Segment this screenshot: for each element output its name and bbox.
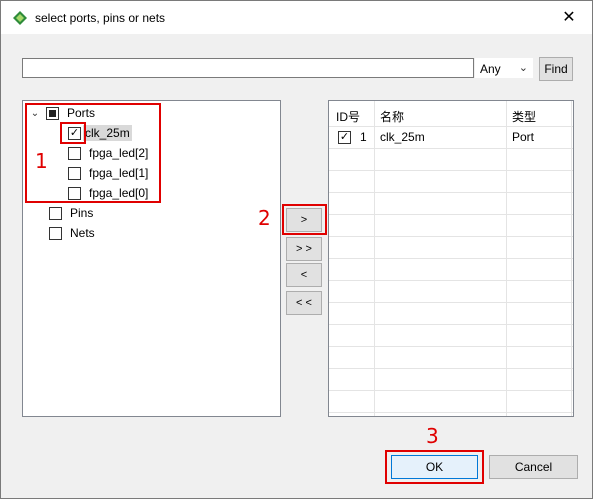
cancel-button[interactable]: Cancel bbox=[489, 455, 578, 479]
column-header-type[interactable]: 类型 bbox=[512, 108, 536, 125]
tree-node-label: Pins bbox=[70, 206, 94, 220]
chevron-down-icon: ⌄ bbox=[518, 62, 528, 74]
add-all-button[interactable]: > > bbox=[286, 237, 322, 261]
scope-select-value: Any bbox=[480, 62, 501, 76]
window-title: select ports, pins or nets bbox=[35, 11, 166, 25]
title-bar: select ports, pins or nets ✕ bbox=[1, 1, 592, 34]
table-row[interactable]: ✓ 1 clk_25m Port bbox=[329, 126, 573, 148]
row-id: 1 bbox=[360, 130, 367, 144]
pins-checkbox[interactable] bbox=[49, 206, 62, 220]
find-button[interactable]: Find bbox=[539, 57, 573, 81]
row-checkbox[interactable]: ✓ bbox=[338, 131, 351, 144]
remove-all-button[interactable]: < < bbox=[286, 291, 322, 315]
row-name: clk_25m bbox=[380, 130, 425, 144]
scope-select[interactable]: Any ⌄ bbox=[475, 58, 533, 78]
tree-node-pins[interactable]: Pins bbox=[49, 204, 95, 222]
annotation-box-checkbox bbox=[60, 122, 86, 144]
column-header-name[interactable]: 名称 bbox=[380, 108, 404, 125]
tree-node-nets[interactable]: Nets bbox=[49, 224, 97, 242]
tree-node-label: Nets bbox=[70, 226, 95, 240]
column-header-id[interactable]: ID号 bbox=[336, 108, 360, 125]
close-button[interactable]: ✕ bbox=[546, 1, 592, 33]
annotation-box-ok bbox=[385, 450, 484, 484]
search-input[interactable] bbox=[22, 58, 474, 78]
annotation-box-add bbox=[282, 204, 327, 235]
app-logo-icon bbox=[13, 11, 27, 25]
annotation-step-3: 3 bbox=[426, 424, 439, 448]
nets-checkbox[interactable] bbox=[49, 226, 62, 240]
close-icon: ✕ bbox=[562, 9, 576, 26]
annotation-step-1: 1 bbox=[35, 149, 48, 173]
selected-table: ID号 名称 类型 ✓ 1 clk_25m Port bbox=[328, 100, 574, 417]
row-type: Port bbox=[512, 130, 535, 144]
annotation-step-2: 2 bbox=[258, 206, 271, 230]
select-dialog: select ports, pins or nets ✕ Any ⌄ Find … bbox=[0, 0, 593, 499]
remove-selected-button[interactable]: < bbox=[286, 263, 322, 287]
